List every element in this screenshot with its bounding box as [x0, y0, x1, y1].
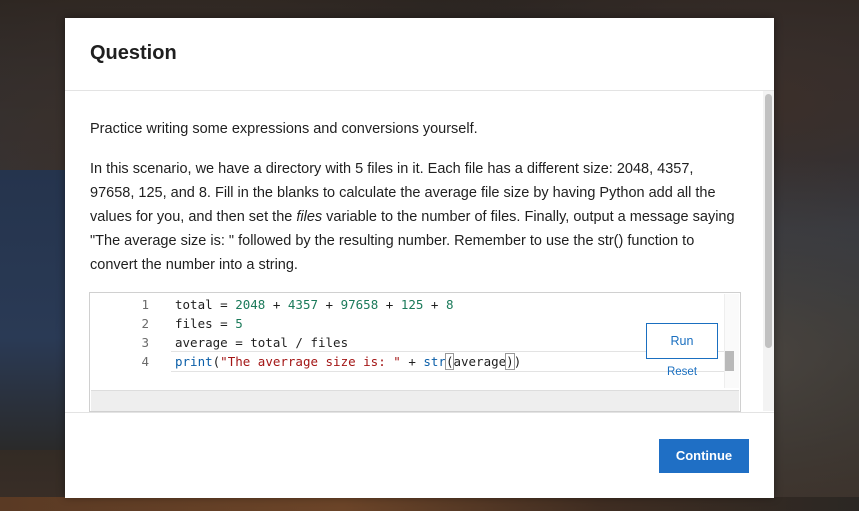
code-token: +: [400, 354, 424, 369]
code-line-3[interactable]: 3 average = total / files: [91, 333, 348, 352]
code-token: 5: [235, 316, 243, 331]
code-token: 2048: [235, 297, 266, 312]
scenario-text: In this scenario, we have a directory wi…: [90, 157, 740, 277]
code-token: ): [505, 353, 515, 370]
dialog-scrollbar-thumb[interactable]: [765, 94, 772, 348]
code-token: ): [513, 354, 522, 369]
code-token: +: [318, 297, 341, 312]
question-dialog: Question Practice writing some expressio…: [65, 18, 774, 498]
code-token: str: [423, 354, 446, 369]
background-scene-bottom: [0, 497, 859, 511]
line-number: 1: [141, 297, 149, 312]
code-editor-footer: [91, 390, 739, 411]
intro-text: Practice writing some expressions and co…: [90, 121, 478, 137]
line-number: 3: [141, 335, 149, 350]
code-token: 97658: [340, 297, 379, 312]
code-editor-text-area[interactable]: 1 total = 2048 + 4357 + 97658 + 125 + 8 2 f…: [91, 294, 724, 388]
code-token: files =: [175, 316, 236, 331]
code-line-4[interactable]: 4 print("The averrage size is: " + str(av…: [91, 352, 521, 371]
reset-link[interactable]: Reset: [652, 366, 712, 378]
code-token: 4357: [287, 297, 319, 312]
code-token: average: [453, 354, 507, 369]
code-line-1[interactable]: 1 total = 2048 + 4357 + 97658 + 125 + 8: [91, 295, 454, 314]
code-token: 125: [400, 297, 424, 312]
code-editor-scrollbar[interactable]: [724, 294, 739, 388]
dialog-title: Question: [90, 42, 177, 64]
dialog-footer: Continue: [65, 412, 774, 498]
code-token: +: [265, 297, 288, 312]
code-token: total =: [175, 297, 236, 312]
code-editor-scrollbar-thumb[interactable]: [725, 351, 734, 371]
line-number: 4: [141, 354, 149, 369]
line-number: 2: [141, 316, 149, 331]
code-token: 8: [445, 297, 454, 312]
code-token: print: [175, 354, 213, 369]
code-editor: 1 total = 2048 + 4357 + 97658 + 125 + 8 2 f…: [89, 292, 741, 412]
scenario-text-files: files: [296, 209, 323, 225]
background-scene-left: [0, 170, 66, 450]
code-line-2[interactable]: 2 files = 5: [91, 314, 243, 333]
code-token: average = total / files: [175, 335, 349, 350]
code-token: "The averrage size is: ": [220, 354, 401, 369]
continue-button[interactable]: Continue: [659, 439, 749, 473]
run-button[interactable]: Run: [646, 323, 718, 359]
code-token: +: [378, 297, 401, 312]
code-token: +: [423, 297, 446, 312]
dialog-header: Question: [65, 18, 774, 91]
